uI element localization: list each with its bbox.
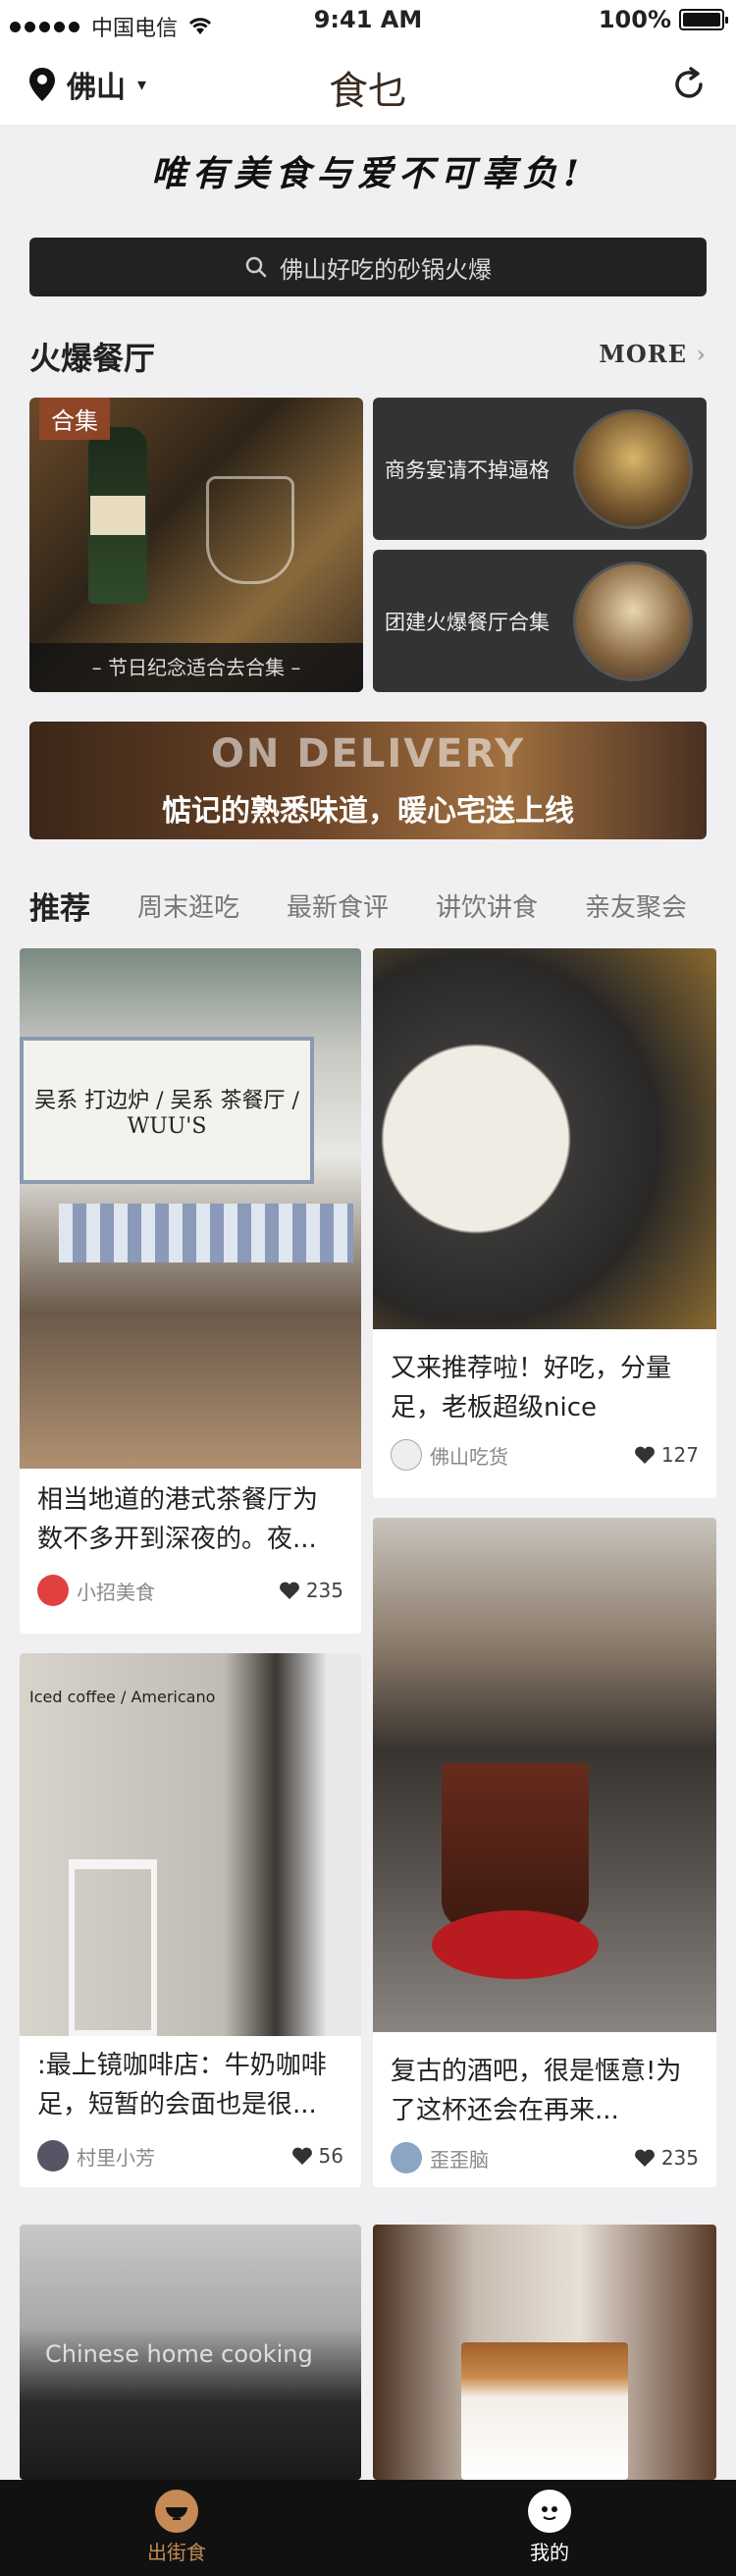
likes-number: 56 [318, 2144, 343, 2168]
like-count[interactable]: 235 [634, 2146, 699, 2170]
restaurant-thumbnail [573, 409, 693, 529]
bottom-tab-bar: 出街食 我的 [0, 2480, 736, 2576]
post-card[interactable] [373, 2225, 716, 2480]
tab-me[interactable]: 我的 [528, 2490, 571, 2565]
restaurant-thumbnail [573, 562, 693, 681]
post-card[interactable]: 复古的酒吧，很是惬意!为了这杯还会在再来... 歪歪脑 235 [373, 1518, 716, 2187]
featured-card-business[interactable]: 商务宴请不掉逼格 [373, 398, 707, 540]
red-coaster-image [432, 1910, 599, 1979]
heart-icon [291, 2147, 312, 2165]
slogan: 唯有美食与爱不可辜负! [151, 153, 585, 194]
tab-go-eat[interactable]: 出街食 [147, 2490, 206, 2565]
post-title: 相当地道的港式茶餐厅为数不多开到深夜的。夜... [37, 1485, 319, 1554]
post-image: Iced coffee / Americano [20, 1653, 361, 2036]
battery-icon [679, 9, 728, 30]
post-card[interactable]: Chinese home cooking [20, 2225, 361, 2480]
post-title: 又来推荐啦！好吃，分量足，老板超级nice [391, 1354, 672, 1422]
bowl-icon [155, 2490, 198, 2533]
heart-icon [634, 1446, 655, 1464]
wine-glass-image [206, 476, 294, 584]
city-selector[interactable]: 佛山 ▾ [27, 63, 146, 106]
avatar [391, 2142, 422, 2174]
avatar [37, 2140, 69, 2172]
search-icon [245, 256, 267, 278]
category-tabs: 推荐 周末逛吃 最新食评 讲饮讲食 亲友聚会 [29, 884, 736, 956]
post-title: 复古的酒吧，很是惬意!为了这杯还会在再来... [391, 2057, 682, 2125]
likes-number: 235 [660, 2146, 699, 2170]
heart-icon [634, 2149, 655, 2167]
bottle-label [90, 496, 145, 535]
caret-down-icon: ▾ [137, 74, 147, 95]
awning-image [59, 1204, 353, 1262]
top-navbar: 佛山 ▾ 食乜 [0, 41, 736, 126]
avatar [391, 1439, 422, 1471]
post-image [373, 1518, 716, 2032]
post-image [373, 948, 716, 1329]
post-card[interactable]: 吴系 打边炉 / 吴系 茶餐厅 / WUU'S 相当地道的港式茶餐厅为数不多开到… [20, 948, 361, 1634]
tab-recommended[interactable]: 推荐 [29, 884, 90, 956]
search-bar[interactable]: 佛山好吃的砂锅火爆 [29, 238, 707, 296]
post-author[interactable]: 小招美食 [37, 1575, 155, 1606]
cafe-menu-text: Iced coffee / Americano [29, 1688, 216, 1706]
app-logo: 食乜 [329, 69, 407, 114]
featured-card-title: 团建火爆餐厅合集 [385, 610, 550, 634]
delivery-banner[interactable]: ON DELIVERY 惦记的熟悉味道，暖心宅送上线 [29, 722, 707, 839]
restaurant-sign-text: Chinese home cooking [45, 2340, 313, 2368]
like-count[interactable]: 235 [279, 1579, 343, 1602]
post-title: :最上镜咖啡店：牛奶咖啡足，短暂的会面也是很... [37, 2051, 327, 2120]
tab-latest-reviews[interactable]: 最新食评 [287, 884, 389, 942]
tab-label: 出街食 [147, 2541, 206, 2564]
avatar [37, 1575, 69, 1606]
post-author[interactable]: 村里小芳 [37, 2140, 155, 2172]
search-placeholder: 佛山好吃的砂锅火爆 [280, 255, 492, 284]
section-title-hot-restaurants: 火爆餐厅 [29, 340, 156, 377]
post-image [373, 2225, 716, 2480]
tab-gatherings[interactable]: 亲友聚会 [585, 884, 687, 942]
latte-glass-image [461, 2342, 628, 2480]
tab-label: 我的 [530, 2541, 569, 2564]
post-author[interactable]: 歪歪脑 [391, 2142, 489, 2174]
banner-subtitle: 惦记的熟悉味道，暖心宅送上线 [162, 794, 574, 829]
post-image: Chinese home cooking [20, 2225, 361, 2480]
like-count[interactable]: 56 [291, 2144, 343, 2168]
post-card[interactable]: Iced coffee / Americano :最上镜咖啡店：牛奶咖啡足，短暂… [20, 1653, 361, 2187]
location-pin-icon [29, 68, 55, 101]
author-name: 村里小芳 [77, 2145, 155, 2170]
likes-number: 127 [660, 1443, 699, 1467]
likes-number: 235 [305, 1579, 343, 1602]
collection-tag: 合集 [39, 398, 110, 440]
tab-food-talk[interactable]: 讲饮讲食 [436, 884, 538, 942]
white-stool-image [69, 1859, 157, 2036]
post-image: 吴系 打边炉 / 吴系 茶餐厅 / WUU'S [20, 948, 361, 1469]
author-name: 小招美食 [77, 1580, 155, 1604]
author-name: 歪歪脑 [430, 2147, 489, 2172]
battery-percent: 100% [598, 6, 671, 33]
featured-card-team[interactable]: 团建火爆餐厅合集 [373, 550, 707, 692]
featured-card-title: 商务宴请不掉逼格 [385, 457, 550, 482]
more-link[interactable]: MORE › [599, 340, 707, 368]
banner-headline: ON DELIVERY [210, 731, 526, 777]
post-author[interactable]: 佛山吃货 [391, 1439, 508, 1471]
like-count[interactable]: 127 [634, 1443, 699, 1467]
author-name: 佛山吃货 [430, 1444, 508, 1469]
city-name: 佛山 [67, 71, 126, 105]
more-label: MORE [599, 340, 688, 368]
profile-face-icon [528, 2490, 571, 2533]
shop-sign-image: 吴系 打边炉 / 吴系 茶餐厅 / WUU'S [20, 1037, 314, 1184]
collection-caption: – 节日纪念适合去合集 – [29, 643, 363, 692]
status-bar: 中国电信 9:41 AM 100% [0, 0, 736, 41]
post-card[interactable]: 又来推荐啦！好吃，分量足，老板超级nice 佛山吃货 127 [373, 948, 716, 1498]
featured-collection-card[interactable]: 合集 – 节日纪念适合去合集 – [29, 398, 363, 692]
tab-weekend[interactable]: 周末逛吃 [137, 884, 239, 942]
drink-glass-image [442, 1763, 589, 1930]
refresh-icon[interactable] [669, 65, 709, 104]
chevron-right-icon: › [696, 340, 707, 368]
heart-icon [279, 1582, 299, 1599]
